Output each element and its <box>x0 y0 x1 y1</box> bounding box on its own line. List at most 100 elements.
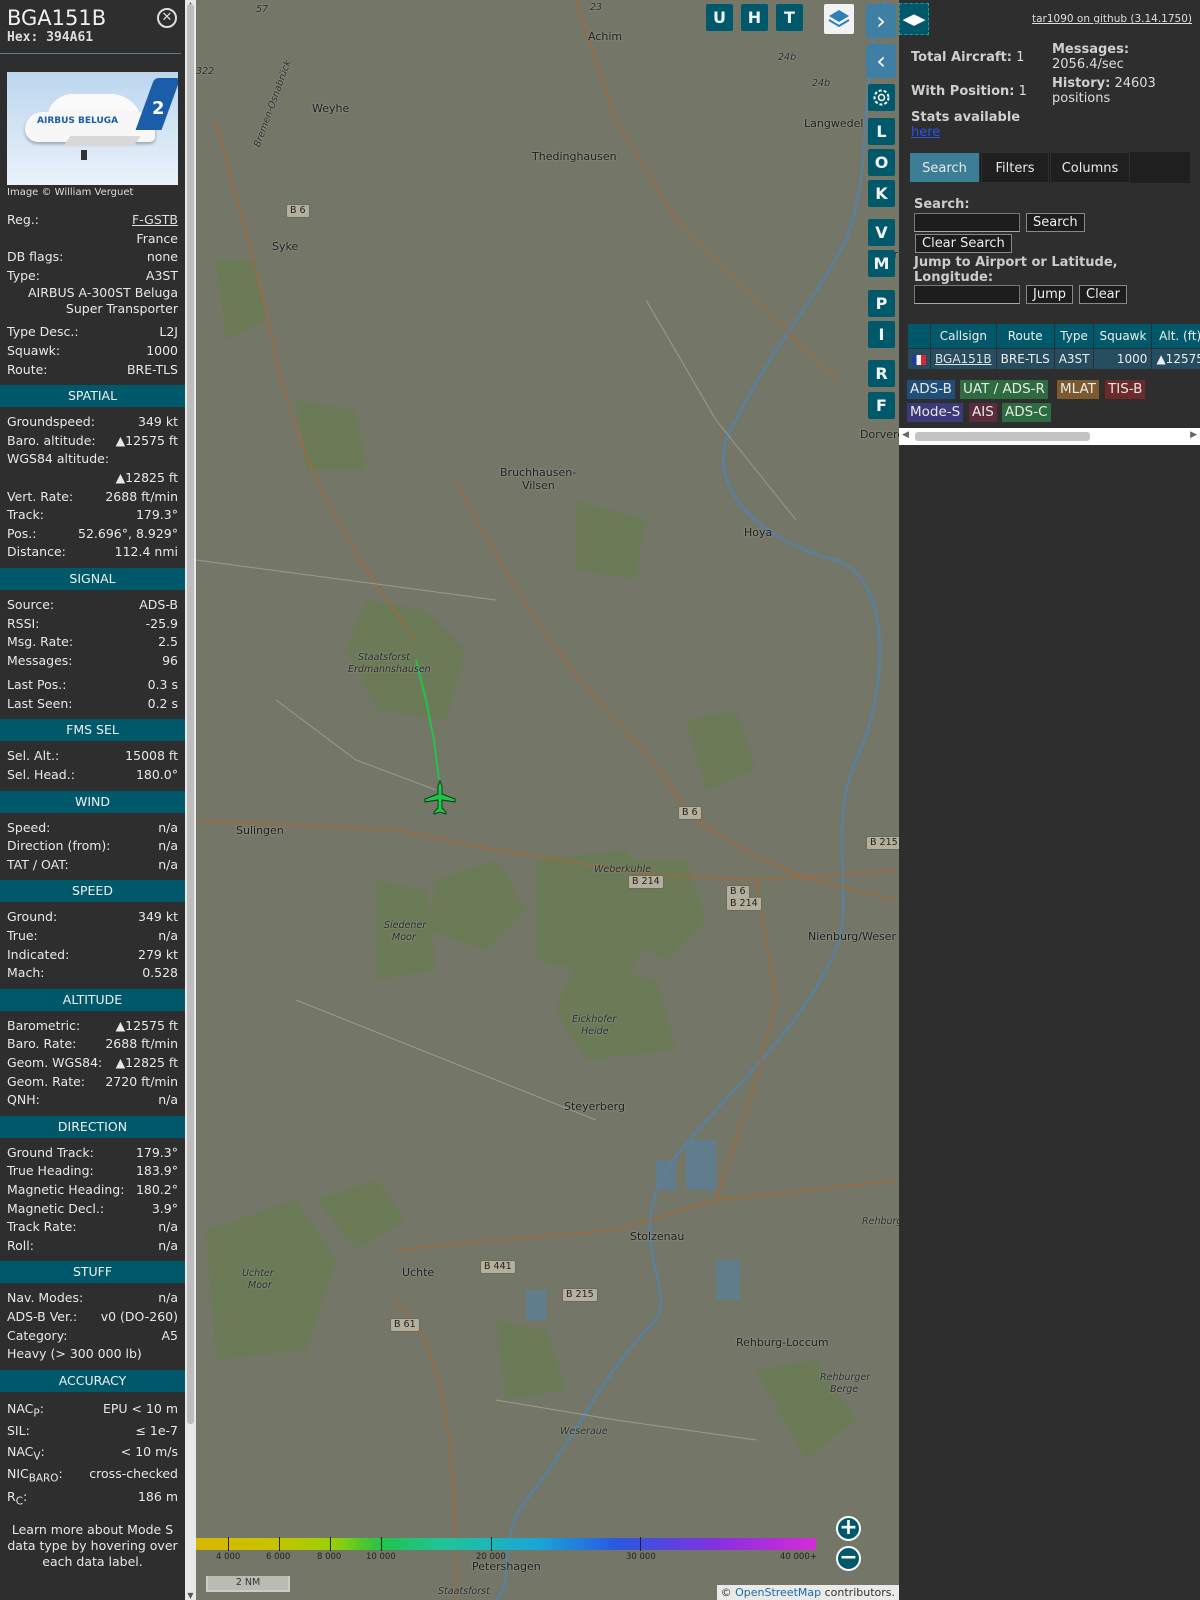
hex-value: 394A61 <box>46 30 94 45</box>
scroll-left-icon[interactable]: ◀ <box>902 430 909 440</box>
toggle-i-button[interactable]: I <box>868 321 895 348</box>
source-modes[interactable]: Mode-S <box>907 403 964 422</box>
table-row[interactable]: BGA151B BRE-TLS A3ST 1000 ▲12575 <box>907 348 1200 370</box>
source-tisb[interactable]: TIS-B <box>1105 380 1146 399</box>
source-adsb[interactable]: ADS-B <box>907 380 955 399</box>
distance-value: 112.4 nmi <box>114 544 178 560</box>
toggle-p-button[interactable]: P <box>868 290 895 317</box>
search-input[interactable] <box>914 213 1020 232</box>
toggle-f-button[interactable]: F <box>868 392 895 419</box>
tab-search[interactable]: Search <box>909 152 980 183</box>
toggle-m-button[interactable]: M <box>868 250 895 277</box>
section-signal: SIGNAL <box>0 567 185 590</box>
tab-columns[interactable]: Columns <box>1050 152 1130 183</box>
search-button[interactable]: Search <box>1026 213 1085 232</box>
expand-sidebar-icon[interactable]: ◀▶ <box>899 3 929 35</box>
jump-input[interactable] <box>914 285 1020 304</box>
hscroll-thumb[interactable] <box>915 432 1090 441</box>
reg-link[interactable]: F-GSTB <box>132 211 178 230</box>
aircraft-marker[interactable] <box>424 779 456 815</box>
toggle-t-button[interactable]: T <box>776 4 803 31</box>
info-panel-scrollbar[interactable]: ▲ ▼ <box>185 0 196 1600</box>
jump-button[interactable]: Jump <box>1026 285 1073 304</box>
scale-bar: 2 NM <box>206 1576 290 1592</box>
zoom-out-button[interactable]: − <box>836 1546 861 1571</box>
zoom-in-button[interactable]: + <box>836 1516 861 1541</box>
aircraft-table: Callsign Route Type Squawk Alt. (ft) BGA… <box>907 323 1200 370</box>
map-canvas[interactable]: Achim Weyhe Thedinghausen Langwedel Syke… <box>196 0 899 1600</box>
openstreetmap-link[interactable]: OpenStreetMap <box>735 1586 821 1599</box>
qnh-label: QNH: <box>7 1092 40 1108</box>
messages-stat-label: Messages: <box>1052 42 1130 57</box>
callsign-link[interactable]: BGA151B <box>935 352 992 366</box>
source-adsc[interactable]: ADS-C <box>1002 403 1051 422</box>
search-label: Search: <box>914 197 970 212</box>
toggle-u-button[interactable]: U <box>706 4 733 31</box>
forest-patches <box>206 260 856 1460</box>
section-fms: FMS SEL <box>0 719 185 742</box>
sel-head-row: Sel. Head.: 180.0° <box>0 766 185 785</box>
tab-filters[interactable]: Filters <box>981 152 1049 183</box>
info-header: BGA151B Hex: 394A61 ✕ <box>0 0 181 54</box>
toggle-r-button[interactable]: R <box>868 360 895 387</box>
source-mlat[interactable]: MLAT <box>1057 380 1099 399</box>
place-label: Heide <box>581 1026 609 1037</box>
toggle-l-button[interactable]: L <box>868 118 895 145</box>
alt-tick-label: 20 000 <box>476 1552 506 1562</box>
alt-tick-line <box>381 1537 382 1551</box>
baro-rate-row: Baro. Rate: 2688 ft/min <box>0 1035 185 1054</box>
mach-row: Mach: 0.528 <box>0 964 185 983</box>
rc-label-text: R <box>7 1488 16 1504</box>
wind-dir-row: Direction (from): n/a <box>0 837 185 856</box>
baro-alt-label: Baro. altitude: <box>7 432 96 448</box>
rssi-row: RSSI: -25.9 <box>0 615 185 634</box>
toggle-v-button[interactable]: V <box>868 219 895 246</box>
true-speed-value: n/a <box>158 928 178 944</box>
aircraft-photo[interactable]: AIRBUS BELUGA 2 <box>7 72 178 185</box>
source-ais[interactable]: AIS <box>969 403 997 422</box>
col-callsign[interactable]: Callsign <box>930 323 997 349</box>
wind-speed-value: n/a <box>158 819 178 835</box>
chevron-left-icon[interactable]: ‹ <box>866 44 896 78</box>
col-flag[interactable] <box>907 323 931 349</box>
place-label: Rehburg-Loccum <box>736 1336 829 1349</box>
toggle-o-button[interactable]: O <box>868 149 895 176</box>
wgs-alt-value-row: ▲12825 ft <box>0 469 185 488</box>
col-type[interactable]: Type <box>1053 323 1095 349</box>
nicbaro-row: NICBARO: cross-checked <box>0 1462 185 1486</box>
toggle-h-button[interactable]: H <box>741 4 768 31</box>
msg-rate-row: Msg. Rate: 2.5 <box>0 633 185 652</box>
geom-rate-label: Geom. Rate: <box>7 1073 86 1089</box>
road-number: 24b <box>812 78 831 89</box>
messages-stat: Messages: 2056.4/sec <box>1052 42 1129 72</box>
place-label: Staatsforst <box>358 652 410 663</box>
source-uat[interactable]: UAT / ADS-R <box>960 380 1048 399</box>
squawk-row: Squawk: 1000 <box>0 342 185 361</box>
toggle-k-button[interactable]: K <box>868 180 895 207</box>
scroll-right-icon[interactable]: ▶ <box>1190 430 1197 440</box>
true-heading-value: 183.9° <box>135 1163 178 1179</box>
clear-jump-button[interactable]: Clear <box>1079 285 1127 304</box>
alt-tick-label: 40 000+ <box>780 1552 817 1562</box>
ground-speed-row: Ground: 349 kt <box>0 908 185 927</box>
github-link[interactable]: tar1090 on github (3.14.1750) <box>1032 13 1192 25</box>
scroll-down-icon[interactable]: ▼ <box>186 1591 195 1600</box>
layers-icon[interactable] <box>824 4 854 34</box>
col-route[interactable]: Route <box>995 323 1055 349</box>
col-alt[interactable]: Alt. (ft) <box>1151 323 1200 349</box>
clear-search-button[interactable]: Clear Search <box>915 234 1012 253</box>
close-icon[interactable]: ✕ <box>157 8 177 28</box>
road-badge: B 214 <box>628 875 664 889</box>
callsign-cell[interactable]: BGA151B <box>930 348 997 370</box>
route-label: Route: <box>7 361 48 377</box>
col-squawk[interactable]: Squawk <box>1093 323 1153 349</box>
msg-rate-value: 2.5 <box>158 634 178 650</box>
section-altitude: ALTITUDE <box>0 988 185 1011</box>
place-label: Stolzenau <box>630 1230 685 1243</box>
gear-icon[interactable] <box>868 84 895 111</box>
source-value: ADS-B <box>139 596 178 612</box>
chevron-right-icon[interactable]: › <box>866 4 896 38</box>
table-horizontal-scrollbar[interactable]: ◀ ▶ <box>899 428 1200 445</box>
scrollbar-thumb[interactable] <box>187 4 194 1424</box>
stats-link[interactable]: here <box>911 125 940 140</box>
